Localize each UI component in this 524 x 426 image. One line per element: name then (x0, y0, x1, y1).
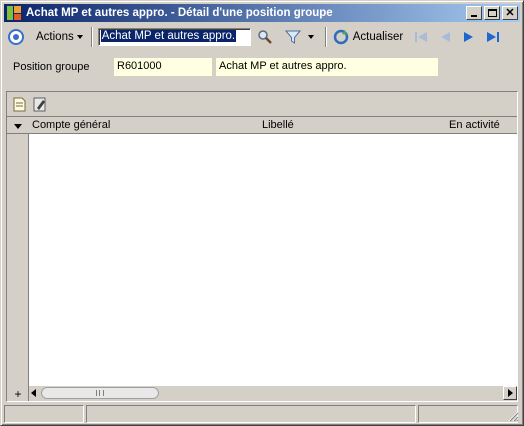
maximize-button[interactable] (484, 6, 500, 20)
accounts-grid-panel: Compte général Libellé En activité + (6, 91, 518, 402)
search-icon (257, 30, 272, 44)
toolbar: Actions Achat MP et autres appro. Actual… (4, 24, 520, 50)
column-header-libelle[interactable]: Libellé (262, 119, 294, 131)
refresh-icon (333, 29, 348, 45)
row-selector-column (7, 116, 29, 401)
edit-record-button[interactable] (31, 94, 49, 114)
filter-button[interactable] (283, 27, 303, 47)
horizontal-scrollbar[interactable] (29, 385, 517, 401)
actions-label: Actions (36, 31, 74, 43)
filter-dropdown-button[interactable] (305, 27, 317, 47)
actions-menu-button[interactable]: Actions (36, 31, 83, 43)
chevron-down-icon (76, 35, 83, 39)
position-groupe-row: Position groupe R601000 Achat MP et autr… (1, 55, 523, 79)
navigation-icon[interactable] (8, 29, 24, 45)
new-document-icon (13, 97, 26, 111)
refresh-label: Actualiser (352, 31, 404, 43)
app-icon (6, 5, 22, 21)
status-cell-3 (418, 405, 518, 423)
scroll-right-icon (508, 389, 513, 397)
position-code-field[interactable]: R601000 (113, 57, 213, 77)
scrollbar-thumb[interactable] (41, 387, 159, 399)
last-record-button[interactable] (483, 27, 503, 47)
toolbar-separator (324, 27, 327, 47)
column-header-compte[interactable]: Compte général (32, 119, 110, 131)
first-record-button[interactable] (411, 27, 431, 47)
minimize-button[interactable] (466, 6, 482, 20)
search-input[interactable]: Achat MP et autres appro. (97, 28, 251, 46)
title-bar[interactable]: Achat MP et autres appro. - Détail d'une… (4, 4, 520, 22)
add-row-button[interactable]: + (7, 387, 29, 401)
grid-toolbar (7, 92, 517, 116)
search-input-value: Achat MP et autres appro. (100, 30, 237, 42)
refresh-button[interactable]: Actualiser (333, 29, 404, 45)
filter-icon (284, 30, 301, 44)
toolbar-separator (90, 27, 93, 47)
close-icon: ✕ (505, 7, 515, 19)
new-record-button[interactable] (11, 94, 29, 114)
position-description-field[interactable]: Achat MP et autres appro. (215, 57, 439, 77)
previous-record-button[interactable] (435, 27, 455, 47)
last-record-icon (487, 32, 500, 42)
previous-record-icon (441, 32, 451, 42)
next-record-button[interactable] (459, 27, 479, 47)
scroll-right-button[interactable] (503, 386, 517, 400)
search-button[interactable] (255, 27, 275, 47)
chevron-down-icon (307, 35, 314, 39)
position-groupe-label: Position groupe (13, 61, 90, 73)
status-cell-1 (4, 405, 84, 423)
scroll-left-icon[interactable] (31, 389, 36, 397)
edit-document-icon (33, 97, 46, 111)
column-menu-icon[interactable] (14, 124, 22, 129)
status-bar (4, 405, 520, 423)
grid-header: Compte général Libellé En activité (7, 116, 517, 134)
next-record-icon (464, 32, 474, 42)
window-title: Achat MP et autres appro. - Détail d'une… (26, 7, 333, 19)
resize-grip-icon[interactable] (507, 410, 519, 422)
main-window: Achat MP et autres appro. - Détail d'une… (0, 0, 524, 426)
status-cell-2 (86, 405, 416, 423)
grid-body[interactable] (29, 134, 517, 385)
first-record-icon (415, 32, 428, 42)
grip-icon (96, 390, 104, 396)
column-header-en-activite[interactable]: En activité (449, 119, 500, 131)
close-button[interactable]: ✕ (502, 6, 518, 20)
